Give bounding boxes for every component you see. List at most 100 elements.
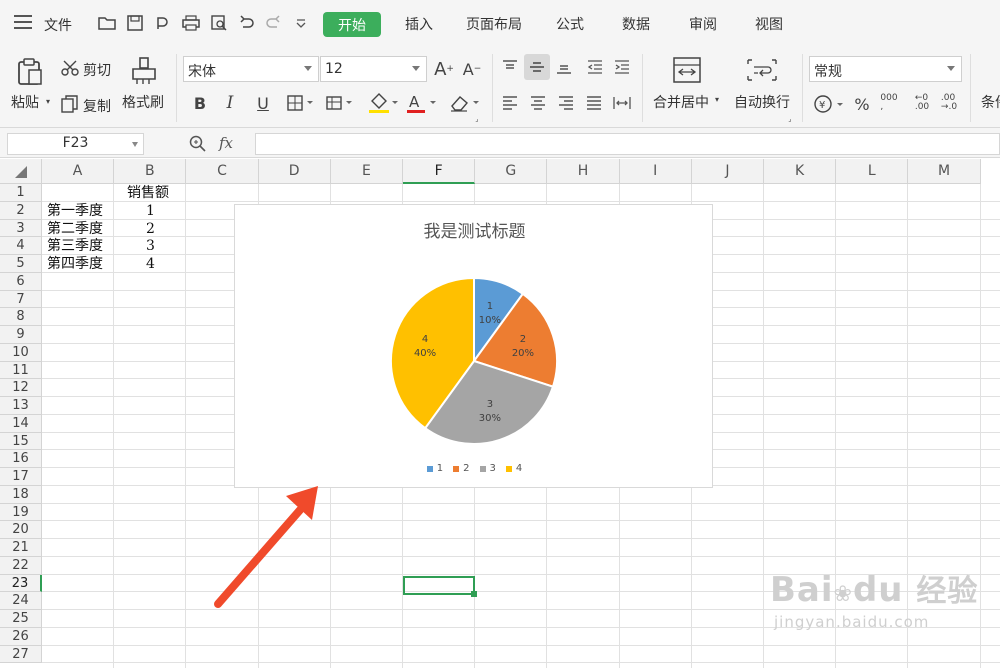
legend-item-3[interactable]: 3 <box>479 463 496 474</box>
name-box[interactable]: F23 <box>7 133 144 155</box>
font-size-select[interactable]: 12 <box>320 56 427 82</box>
decrease-indent-icon[interactable] <box>586 58 604 76</box>
row-header-11[interactable]: 11 <box>0 361 42 380</box>
tab-view[interactable]: 视图 <box>755 14 783 34</box>
thousands-separator-icon[interactable]: 000, <box>878 92 900 114</box>
merge-center-button[interactable]: 合并居中 <box>653 92 709 112</box>
hamburger-menu-icon[interactable] <box>14 15 32 29</box>
row-header-6[interactable]: 6 <box>0 272 42 291</box>
column-header-B[interactable]: B <box>114 159 187 184</box>
copy-button[interactable]: 复制 <box>83 96 111 116</box>
align-middle-icon[interactable] <box>524 54 550 80</box>
legend-item-2[interactable]: 2 <box>453 463 470 474</box>
wrap-text-icon[interactable] <box>746 56 778 84</box>
font-dialog-launcher-icon[interactable]: ⌟ <box>474 115 480 123</box>
row-header-8[interactable]: 8 <box>0 308 42 326</box>
row-header-2[interactable]: 2 <box>0 201 42 220</box>
formula-input[interactable] <box>255 133 1000 155</box>
print-preview-icon[interactable] <box>210 14 228 32</box>
export-icon[interactable] <box>154 14 172 32</box>
row-header-13[interactable]: 13 <box>0 397 42 415</box>
row-header-4[interactable]: 4 <box>0 237 42 255</box>
row-header-20[interactable]: 20 <box>0 521 42 539</box>
number-format-select[interactable]: 常规 <box>809 56 962 82</box>
align-right-icon[interactable] <box>557 94 575 112</box>
zoom-search-icon[interactable] <box>188 134 208 154</box>
borders-icon[interactable] <box>287 94 317 112</box>
cell-A4[interactable]: 第三季度 <box>47 238 103 255</box>
decrease-decimal-icon[interactable]: .00 →.0 <box>938 92 960 114</box>
cut-button[interactable]: 剪切 <box>83 60 111 80</box>
column-header-J[interactable]: J <box>691 159 764 184</box>
redo-icon[interactable] <box>264 14 282 32</box>
font-name-select[interactable]: 宋体 <box>183 56 319 82</box>
column-header-D[interactable]: D <box>258 159 331 184</box>
tab-insert[interactable]: 插入 <box>405 14 433 34</box>
column-header-C[interactable]: C <box>186 159 259 184</box>
save-icon[interactable] <box>126 14 144 32</box>
bold-icon[interactable]: B <box>192 94 208 113</box>
legend-item-1[interactable]: 1 <box>426 463 443 474</box>
column-header-M[interactable]: M <box>908 159 981 184</box>
column-header-G[interactable]: G <box>475 159 548 184</box>
row-header-17[interactable]: 17 <box>0 468 42 486</box>
format-painter-button[interactable]: 格式刷 <box>122 92 164 112</box>
percent-icon[interactable]: % <box>852 94 872 114</box>
fill-handle[interactable] <box>471 591 477 597</box>
cell-A3[interactable]: 第二季度 <box>47 221 103 238</box>
italic-icon[interactable]: I <box>222 93 238 113</box>
paste-icon[interactable] <box>14 56 46 88</box>
select-all-corner[interactable] <box>0 159 42 184</box>
underline-icon[interactable]: U <box>254 94 272 113</box>
cell-B1[interactable]: 销售额 <box>127 185 169 202</box>
distribute-icon[interactable] <box>612 94 632 112</box>
open-folder-icon[interactable] <box>98 14 116 32</box>
increase-indent-icon[interactable] <box>613 58 631 76</box>
row-header-27[interactable]: 27 <box>0 645 42 664</box>
merge-center-icon[interactable] <box>672 56 702 84</box>
column-header-F[interactable]: F <box>403 159 476 184</box>
legend-item-4[interactable]: 4 <box>505 463 522 474</box>
tab-review[interactable]: 审阅 <box>689 14 717 34</box>
row-header-10[interactable]: 10 <box>0 343 42 362</box>
row-header-22[interactable]: 22 <box>0 556 42 575</box>
pie-chart[interactable]: 我是测试标题 1 10% 2 20% 3 30% 4 40% 1234 <box>234 204 713 488</box>
tab-formulas[interactable]: 公式 <box>556 14 584 34</box>
cell-style-icon[interactable] <box>326 94 356 112</box>
conditional-format-button[interactable]: 条件 <box>981 92 1000 112</box>
cell-B3[interactable]: 2 <box>146 221 155 238</box>
row-header-21[interactable]: 21 <box>0 539 42 557</box>
align-bottom-icon[interactable] <box>555 58 573 76</box>
paste-dropdown-icon[interactable]: ▾ <box>44 96 52 106</box>
align-left-icon[interactable] <box>501 94 519 112</box>
row-header-14[interactable]: 14 <box>0 414 42 433</box>
merge-dropdown-icon[interactable]: ▾ <box>713 94 721 104</box>
column-header-L[interactable]: L <box>836 159 909 184</box>
fill-color-icon[interactable] <box>368 92 400 114</box>
cell-A5[interactable]: 第四季度 <box>47 256 103 273</box>
row-header-25[interactable]: 25 <box>0 610 42 628</box>
column-header-E[interactable]: E <box>330 159 403 184</box>
cell-B5[interactable]: 4 <box>146 256 155 273</box>
wrap-text-button[interactable]: 自动换行 <box>734 92 790 112</box>
tab-home[interactable]: 开始 <box>323 12 381 37</box>
file-menu[interactable]: 文件 <box>44 15 72 35</box>
font-color-icon[interactable]: A <box>406 92 438 114</box>
column-header-I[interactable]: I <box>619 159 692 184</box>
row-header-15[interactable]: 15 <box>0 432 42 451</box>
row-header-3[interactable]: 3 <box>0 219 42 238</box>
format-painter-icon[interactable] <box>129 56 159 86</box>
cell-A2[interactable]: 第一季度 <box>47 203 103 220</box>
column-header-A[interactable]: A <box>42 159 115 184</box>
quick-access-dropdown-icon[interactable] <box>292 14 310 32</box>
row-header-18[interactable]: 18 <box>0 485 42 504</box>
row-header-7[interactable]: 7 <box>0 290 42 309</box>
selected-cell-outline[interactable] <box>403 576 477 597</box>
currency-icon[interactable]: ¥ <box>813 94 847 114</box>
undo-icon[interactable] <box>238 14 256 32</box>
row-header-26[interactable]: 26 <box>0 627 42 646</box>
column-header-K[interactable]: K <box>764 159 837 184</box>
clear-eraser-icon[interactable] <box>449 92 481 114</box>
row-header-12[interactable]: 12 <box>0 379 42 397</box>
tab-data[interactable]: 数据 <box>622 14 650 34</box>
